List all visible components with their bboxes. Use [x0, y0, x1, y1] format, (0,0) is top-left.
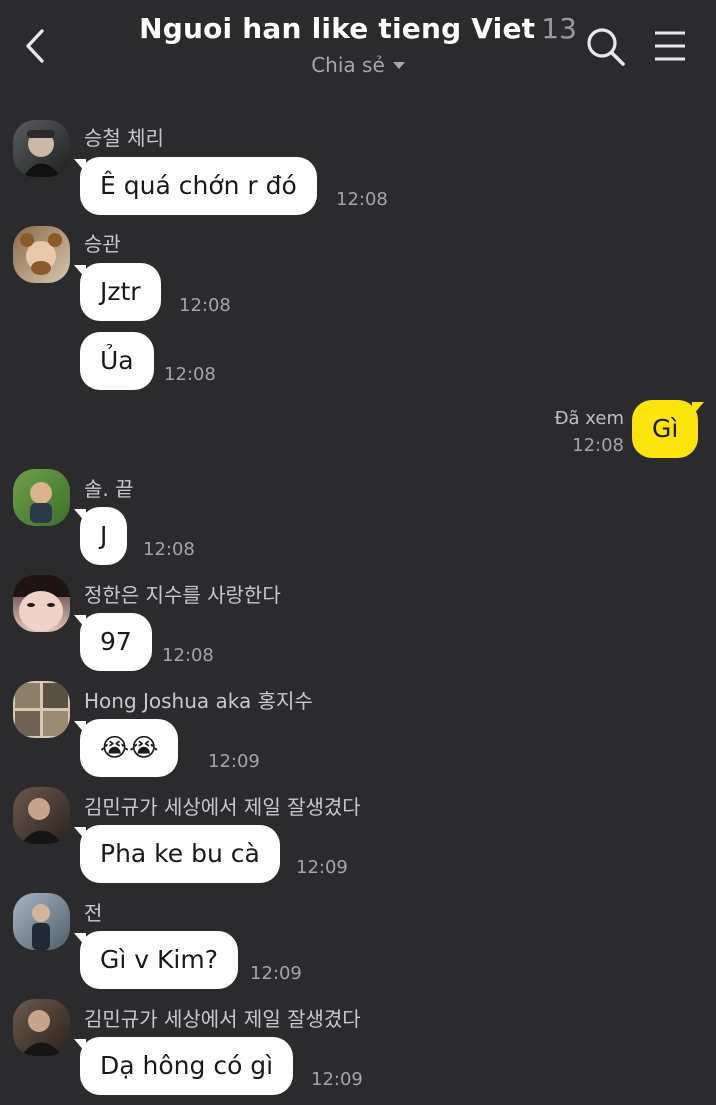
- sender-name: Hong Joshua aka 홍지수: [84, 689, 313, 713]
- message-time: 12:09: [311, 1069, 363, 1090]
- sender-name: 김민규가 세상에서 제일 잘생겼다: [84, 1007, 361, 1031]
- avatar[interactable]: [13, 120, 70, 177]
- message-time: 12:08: [143, 539, 195, 560]
- avatar[interactable]: [13, 999, 70, 1056]
- my-message-bubble[interactable]: Gì: [632, 400, 705, 458]
- message-bubble[interactable]: Ủa: [80, 332, 154, 390]
- share-label: Chia sẻ: [311, 53, 385, 77]
- sender-name: 승철 체리: [84, 126, 164, 150]
- message-bubble[interactable]: 97: [74, 613, 152, 671]
- search-icon: [587, 28, 625, 66]
- message-time: 12:08: [162, 645, 214, 666]
- share-dropdown[interactable]: Chia sẻ: [311, 53, 405, 77]
- avatar[interactable]: [13, 469, 70, 526]
- avatar[interactable]: [13, 681, 70, 738]
- message-time: 12:08: [572, 435, 624, 456]
- sender-name: 승관: [84, 232, 121, 256]
- avatar[interactable]: [13, 575, 70, 632]
- message-time: 12:09: [250, 963, 302, 984]
- sender-name: 전: [84, 901, 103, 925]
- message-time: 12:09: [296, 857, 348, 878]
- hamburger-menu-icon: [655, 31, 685, 61]
- message-time: 12:09: [208, 751, 260, 772]
- chat-title: Nguoi han like tieng Viet: [139, 12, 536, 45]
- sender-name: 정한은 지수를 사랑한다: [84, 583, 281, 607]
- message-bubble[interactable]: Pha ke bu cà: [74, 825, 280, 883]
- message-time: 12:08: [164, 364, 216, 385]
- avatar[interactable]: [13, 893, 70, 950]
- message-bubble[interactable]: Gì v Kim?: [74, 931, 238, 989]
- sender-name: 김민규가 세상에서 제일 잘생겼다: [84, 795, 361, 819]
- read-status: Đã xem: [554, 408, 624, 429]
- message-time: 12:08: [179, 295, 231, 316]
- caret-down-icon: [392, 61, 405, 69]
- menu-button[interactable]: [652, 28, 688, 64]
- sender-name: 솔. 끝: [84, 477, 134, 501]
- message-bubble[interactable]: J: [73, 507, 128, 565]
- chat-header: Nguoi han like tieng Viet 13 Chia sẻ: [0, 0, 716, 100]
- avatar[interactable]: [13, 226, 70, 283]
- message-time: 12:08: [336, 189, 388, 210]
- message-bubble[interactable]: 😭😭: [73, 719, 179, 777]
- message-bubble[interactable]: Dạ hông có gì: [73, 1037, 294, 1095]
- message-bubble[interactable]: Jztr: [74, 263, 161, 321]
- avatar[interactable]: [13, 787, 70, 844]
- message-bubble[interactable]: Ê quá chớn r đó: [74, 157, 317, 215]
- search-button[interactable]: [585, 26, 627, 68]
- member-count: 13: [541, 12, 577, 45]
